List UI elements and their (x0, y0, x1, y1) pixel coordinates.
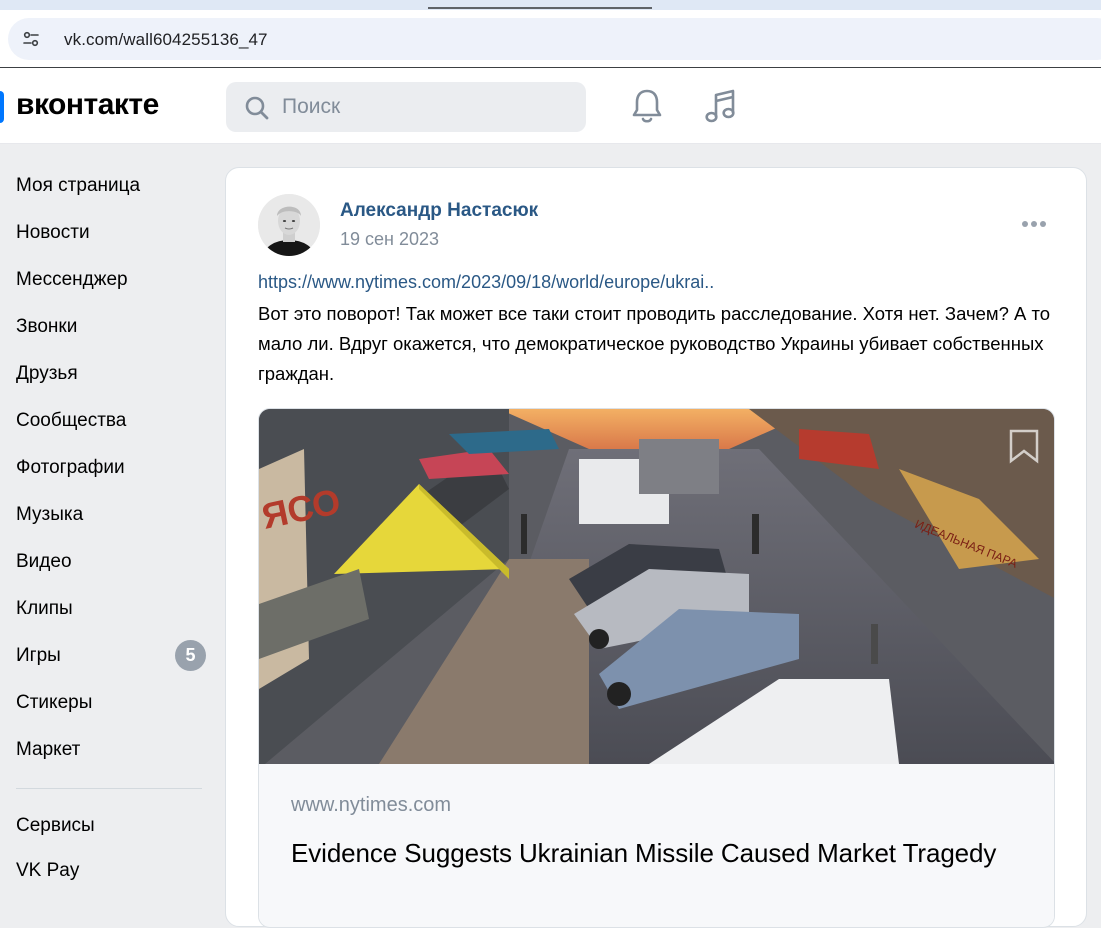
attachment-body[interactable]: www.nytimes.com Evidence Suggests Ukrain… (259, 764, 1054, 927)
sidebar-item-label: Маркет (16, 738, 81, 760)
sidebar-item-services[interactable]: Сервисы (0, 804, 222, 848)
sidebar-item-label: Игры (16, 644, 61, 666)
sidebar-item-photos[interactable]: Фотографии (0, 444, 222, 491)
sidebar-item-messenger[interactable]: Мессенджер (0, 256, 222, 303)
more-dot-icon (1022, 221, 1028, 227)
sidebar-item-label: Новости (16, 221, 90, 243)
active-tab-indicator (428, 7, 652, 9)
sidebar-item-label: Видео (16, 550, 72, 572)
sidebar-item-vk-pay[interactable]: VK Pay (0, 848, 222, 894)
vk-header: вконтакте (0, 68, 1101, 144)
vk-logo[interactable]: вконтакте (16, 88, 159, 122)
site-info-icon[interactable] (22, 30, 40, 48)
sidebar-item-label: Клипы (16, 597, 73, 619)
sidebar-item-communities[interactable]: Сообщества (0, 397, 222, 444)
sidebar-item-label: Мессенджер (16, 268, 128, 290)
attachment-domain: www.nytimes.com (291, 794, 452, 816)
browser-tab-strip (0, 0, 1101, 10)
wall-post: Александр Настасюк 19 сен 2023 https://w… (225, 167, 1087, 928)
search-box[interactable] (226, 82, 586, 132)
avatar[interactable] (258, 194, 320, 256)
sidebar-item-label: Друзья (16, 362, 78, 384)
attachment-title[interactable]: Evidence Suggests Ukrainian Missile Caus… (291, 838, 996, 869)
sidebar-item-label: Сообщества (16, 409, 127, 431)
url-text[interactable]: vk.com/wall604255136_47 (64, 30, 268, 50)
sidebar-item-games[interactable]: Игры 5 (0, 632, 222, 679)
sidebar-item-clips[interactable]: Клипы (0, 585, 222, 632)
post-external-link[interactable]: https://www.nytimes.com/2023/09/18/world… (258, 272, 714, 293)
attachment-photo[interactable]: ЯСО ИДЕАЛЬНАЯ ПАРА (259, 409, 1055, 764)
sidebar-item-label: Моя страница (16, 174, 141, 196)
sidebar-item-friends[interactable]: Друзья (0, 350, 222, 397)
post-author-link[interactable]: Александр Настасюк (340, 200, 538, 222)
sidebar-item-stickers[interactable]: Стикеры (0, 679, 222, 726)
more-dot-icon (1031, 221, 1037, 227)
sidebar-item-label: Стикеры (16, 691, 93, 713)
sidebar-item-label: Звонки (16, 315, 78, 337)
music-icon[interactable] (703, 87, 737, 125)
sidebar-item-video[interactable]: Видео (0, 538, 222, 585)
sidebar-item-news[interactable]: Новости (0, 209, 222, 256)
sidebar-item-label: VK Pay (16, 860, 80, 881)
sidebar-item-label: Сервисы (16, 815, 95, 836)
sidebar-item-label: Музыка (16, 503, 84, 525)
omnibox[interactable]: vk.com/wall604255136_47 (8, 18, 1101, 60)
post-more-options-button[interactable] (1022, 218, 1050, 230)
sidebar-item-calls[interactable]: Звонки (0, 303, 222, 350)
browser-address-bar: vk.com/wall604255136_47 (0, 10, 1101, 68)
games-count-badge: 5 (175, 640, 206, 671)
post-text: Вот это поворот! Так может все таки стои… (258, 303, 1051, 384)
author-photo (258, 194, 320, 256)
bell-icon[interactable] (630, 87, 664, 125)
more-dot-icon (1040, 221, 1046, 227)
search-input[interactable] (282, 92, 572, 122)
sidebar-divider (16, 788, 202, 789)
left-sidebar: Моя страница Новости Мессенджер Звонки Д… (0, 162, 222, 894)
link-attachment-card[interactable]: ЯСО ИДЕАЛЬНАЯ ПАРА www.nytimes.com Evide… (258, 408, 1055, 928)
vk-logo-icon[interactable] (0, 91, 4, 123)
search-icon (245, 96, 269, 120)
sidebar-item-my-page[interactable]: Моя страница (0, 162, 222, 209)
sidebar-item-market[interactable]: Маркет (0, 726, 222, 773)
post-date[interactable]: 19 сен 2023 (340, 229, 439, 250)
sidebar-item-music[interactable]: Музыка (0, 491, 222, 538)
sidebar-item-label: Фотографии (16, 456, 125, 478)
